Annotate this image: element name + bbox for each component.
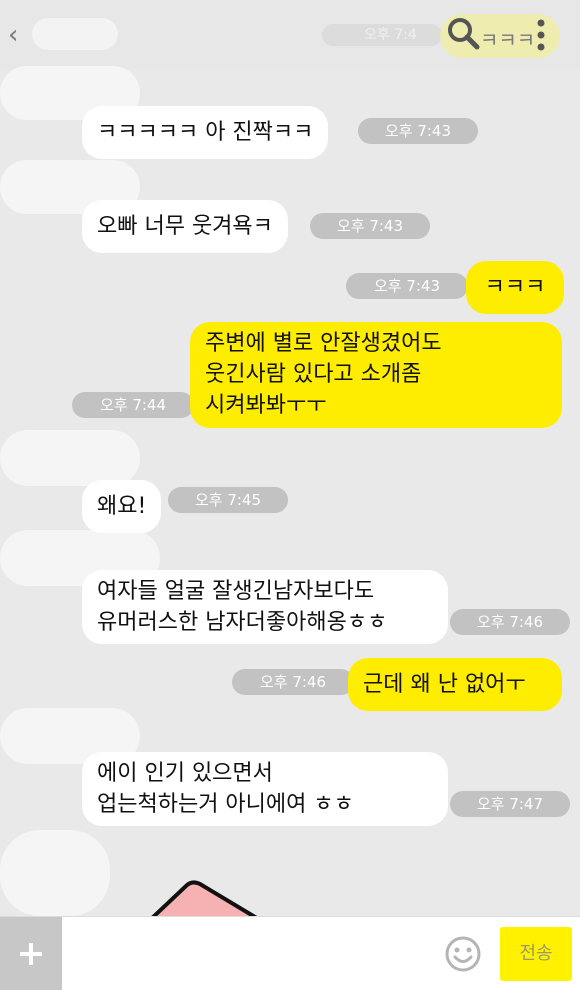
message-bubble-incoming[interactable]: ㅋㅋㅋㅋㅋ 아 진짝ㅋㅋ: [82, 106, 329, 159]
message-input-bar: 전송: [0, 916, 580, 990]
message-bubble-incoming[interactable]: 왜요!: [82, 480, 162, 533]
avatar-redacted: [0, 430, 140, 486]
chevron-left-icon[interactable]: ‹: [8, 20, 18, 50]
message-bubble-incoming[interactable]: 여자들 얼굴 잘생긴남자보다도 유머러스한 남자더좋아해옹ㅎㅎ: [82, 570, 448, 644]
message-time: 오후 7:47: [450, 791, 570, 817]
message-time: 오후 7:46: [450, 609, 570, 635]
plus-icon[interactable]: [0, 917, 62, 990]
more-vertical-icon[interactable]: [534, 18, 548, 52]
chat-title-redacted: [32, 18, 118, 50]
message-time: 오후 7:43: [310, 213, 430, 239]
message-time: 오후 7:43: [346, 273, 468, 299]
message-time: 오후 7:44: [72, 392, 194, 418]
top-preview-text: ㅋㅋㅋ: [480, 28, 536, 52]
avatar-redacted: [0, 830, 110, 916]
search-icon[interactable]: [446, 16, 480, 50]
message-bubble-outgoing[interactable]: 주변에 별로 안잘생겼어도 웃긴사람 있다고 소개좀 시켜봐봐ㅜㅜ: [190, 322, 562, 428]
message-time: 오후 7:43: [358, 118, 478, 144]
message-bubble-incoming[interactable]: 에이 인기 있으면서 업는척하는거 아니에여 ㅎㅎ: [82, 752, 448, 826]
top-time-pill: 오후 7:4: [322, 24, 442, 46]
chat-header: ‹ 오후 7:4 ㅋㅋㅋ: [0, 0, 580, 68]
message-time: 오후 7:45: [168, 487, 288, 513]
message-bubble-incoming[interactable]: 오빠 너무 웃겨욕ㅋ: [82, 200, 288, 253]
send-button[interactable]: 전송: [500, 927, 572, 981]
sticker-image[interactable]: [150, 880, 260, 920]
message-time: 오후 7:46: [232, 669, 354, 695]
message-bubble-outgoing[interactable]: ㅋㅋㅋ: [466, 261, 564, 314]
top-time-text: 오후 7:4: [364, 27, 417, 43]
smiley-icon[interactable]: [444, 935, 482, 973]
message-bubble-outgoing[interactable]: 근데 왜 난 없어ㅜ: [348, 658, 562, 711]
message-input[interactable]: [62, 917, 438, 990]
